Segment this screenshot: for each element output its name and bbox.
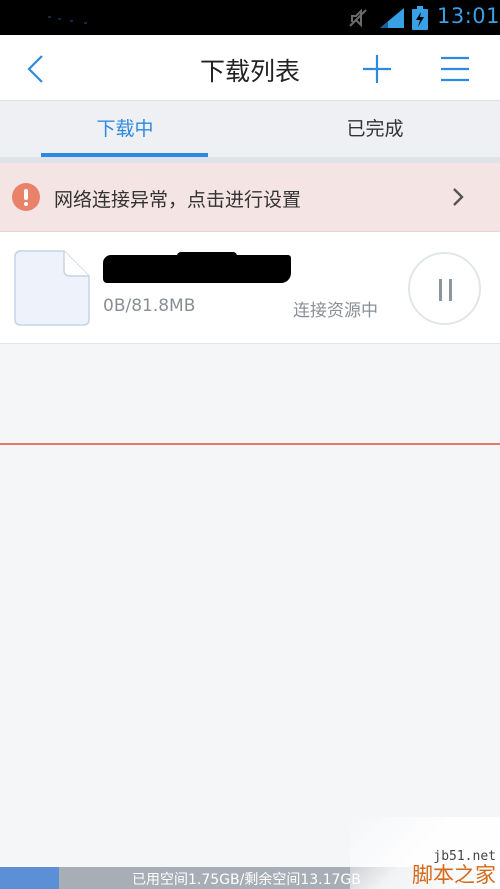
battery-charging-icon xyxy=(412,6,428,30)
network-error-banner[interactable]: 网络连接异常，点击进行设置 xyxy=(0,163,500,232)
download-status: 连接资源中 xyxy=(293,301,378,321)
notification-icons xyxy=(48,14,94,24)
app-header: 下载列表 xyxy=(0,35,500,101)
download-size: 0B/81.8MB xyxy=(103,296,196,316)
file-icon xyxy=(14,250,90,326)
redacted-filename-top xyxy=(177,252,237,262)
tab-bar: 下载中 已完成 xyxy=(0,101,500,157)
page-title: 下载列表 xyxy=(199,57,300,86)
plus-icon[interactable] xyxy=(361,53,393,85)
pause-icon xyxy=(439,279,442,301)
pause-icon-bar xyxy=(449,279,452,301)
signal-icon xyxy=(380,8,404,28)
download-file-name xyxy=(103,252,293,286)
download-item[interactable]: 0B/81.8MB 连接资源中 xyxy=(0,232,500,344)
divider-line xyxy=(0,443,500,445)
tab-downloading-label: 下载中 xyxy=(96,118,154,140)
chevron-right-icon xyxy=(453,188,464,206)
status-clock: 13:01 xyxy=(437,4,500,28)
watermark: jb51.net 脚本之家 xyxy=(330,809,500,889)
pause-button[interactable] xyxy=(408,252,481,325)
tab-completed[interactable]: 已完成 xyxy=(250,101,500,157)
status-bar: 13:01 xyxy=(0,0,500,35)
tab-downloading[interactable]: 下载中 xyxy=(0,101,250,157)
mute-icon xyxy=(349,8,367,28)
network-error-text: 网络连接异常，点击进行设置 xyxy=(54,189,302,211)
storage-used-fill xyxy=(0,867,59,889)
watermark-name: 脚本之家 xyxy=(412,863,496,887)
hamburger-menu-icon[interactable] xyxy=(439,55,471,83)
exclamation-circle-icon xyxy=(12,183,40,211)
tab-completed-label: 已完成 xyxy=(346,118,404,140)
storage-text: 已用空间1.75GB/剩余空间13.17GB xyxy=(132,872,361,888)
